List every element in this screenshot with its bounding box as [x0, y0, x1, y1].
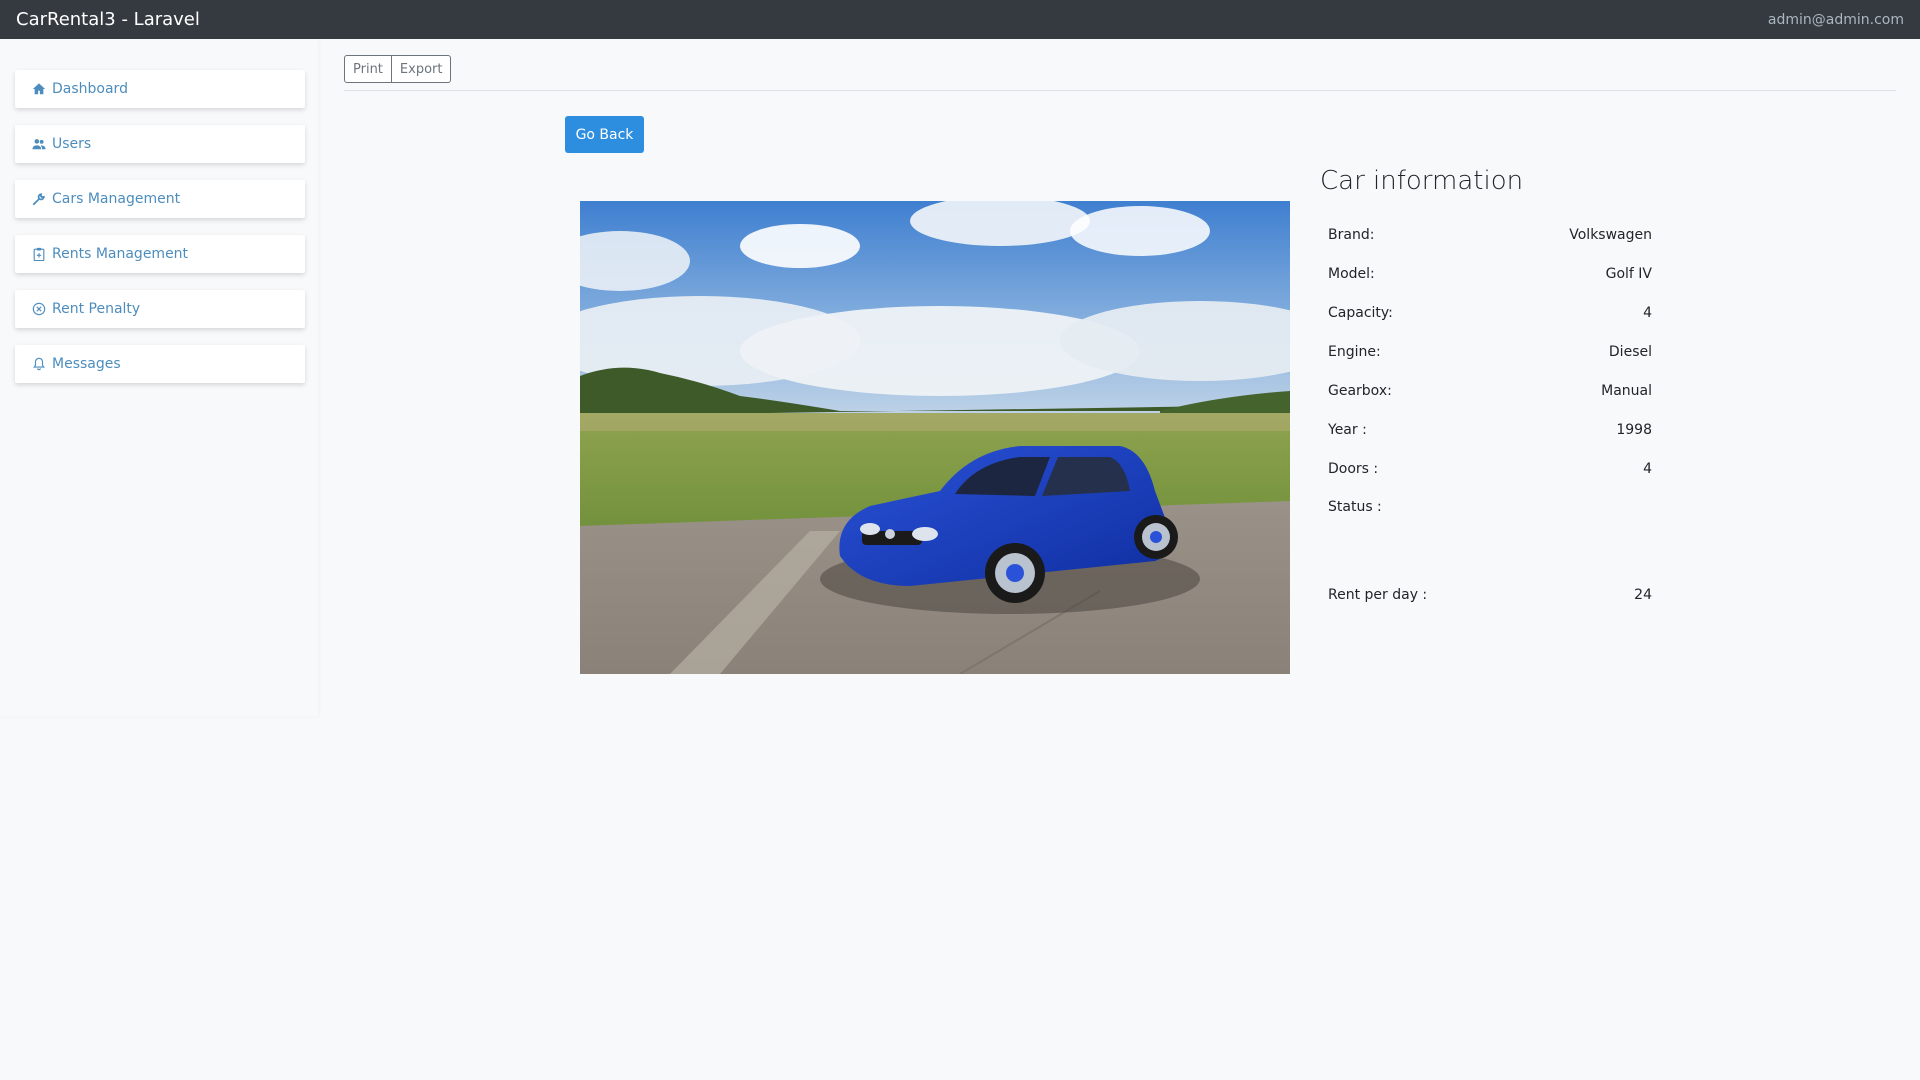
sidebar-item-label: Rent Penalty — [52, 301, 141, 317]
clipboard-icon — [31, 246, 47, 262]
divider — [344, 90, 1896, 91]
info-label: Model: — [1328, 265, 1375, 282]
app-brand[interactable]: CarRental3 - Laravel — [16, 9, 200, 30]
sidebar-item-label: Cars Management — [52, 191, 181, 207]
info-value: Diesel — [1608, 343, 1652, 360]
sidebar-item-label: Messages — [52, 356, 121, 372]
info-row-brand: Brand: Volkswagen — [1320, 215, 1660, 254]
info-label: Brand: — [1328, 226, 1375, 243]
user-email[interactable]: admin@admin.com — [1768, 12, 1904, 28]
info-row-rent-per-day: Rent per day : 24 — [1320, 575, 1660, 614]
info-value: Manual — [1601, 382, 1652, 399]
car-information-title: Car information — [1320, 166, 1524, 196]
sidebar-item-rents-management[interactable]: Rents Management — [15, 235, 305, 273]
info-label: Engine: — [1328, 343, 1381, 360]
info-label: Gearbox: — [1328, 382, 1392, 399]
bell-icon — [31, 356, 47, 372]
info-row-gearbox: Gearbox: Manual — [1320, 371, 1660, 410]
info-label: Doors : — [1328, 460, 1379, 477]
car-image — [580, 201, 1290, 674]
export-toolbar: Print Export — [344, 55, 452, 83]
info-value: 4 — [1643, 304, 1652, 321]
sidebar-item-users[interactable]: Users — [15, 125, 305, 163]
info-label: Status : — [1328, 499, 1382, 515]
sidebar-item-label: Rents Management — [52, 246, 189, 262]
sidebar: Dashboard Users Cars Management Rents Ma… — [0, 39, 318, 716]
go-back-button[interactable]: Go Back — [565, 116, 644, 153]
sidebar-item-rent-penalty[interactable]: Rent Penalty — [15, 290, 305, 328]
info-row-capacity: Capacity: 4 — [1320, 293, 1660, 332]
info-value: Golf IV — [1605, 265, 1652, 282]
print-button[interactable]: Print — [344, 55, 392, 83]
info-value: 4 — [1643, 460, 1652, 477]
info-row-year: Year : 1998 — [1320, 410, 1660, 449]
info-label: Year : — [1328, 421, 1367, 438]
sidebar-item-dashboard[interactable]: Dashboard — [15, 70, 305, 108]
x-circle-icon — [31, 301, 47, 317]
info-value: 1998 — [1616, 421, 1652, 438]
info-value: 24 — [1634, 586, 1652, 603]
info-label: Rent per day : — [1328, 586, 1428, 603]
info-label: Capacity: — [1328, 304, 1393, 321]
car-info-table: Brand: Volkswagen Model: Golf IV Capacit… — [1320, 215, 1660, 614]
top-navbar: CarRental3 - Laravel admin@admin.com — [0, 0, 1920, 39]
sidebar-item-messages[interactable]: Messages — [15, 345, 305, 383]
export-button[interactable]: Export — [391, 55, 452, 83]
users-icon — [31, 136, 47, 152]
home-icon — [31, 81, 47, 97]
info-row-engine: Engine: Diesel — [1320, 332, 1660, 371]
info-row-model: Model: Golf IV — [1320, 254, 1660, 293]
info-row-doors: Doors : 4 — [1320, 449, 1660, 488]
info-row-status: Status : — [1320, 488, 1660, 575]
info-value: Volkswagen — [1569, 226, 1652, 243]
sidebar-item-cars-management[interactable]: Cars Management — [15, 180, 305, 218]
sidebar-item-label: Users — [52, 136, 92, 152]
wrench-icon — [31, 191, 47, 207]
sidebar-item-label: Dashboard — [52, 81, 128, 97]
